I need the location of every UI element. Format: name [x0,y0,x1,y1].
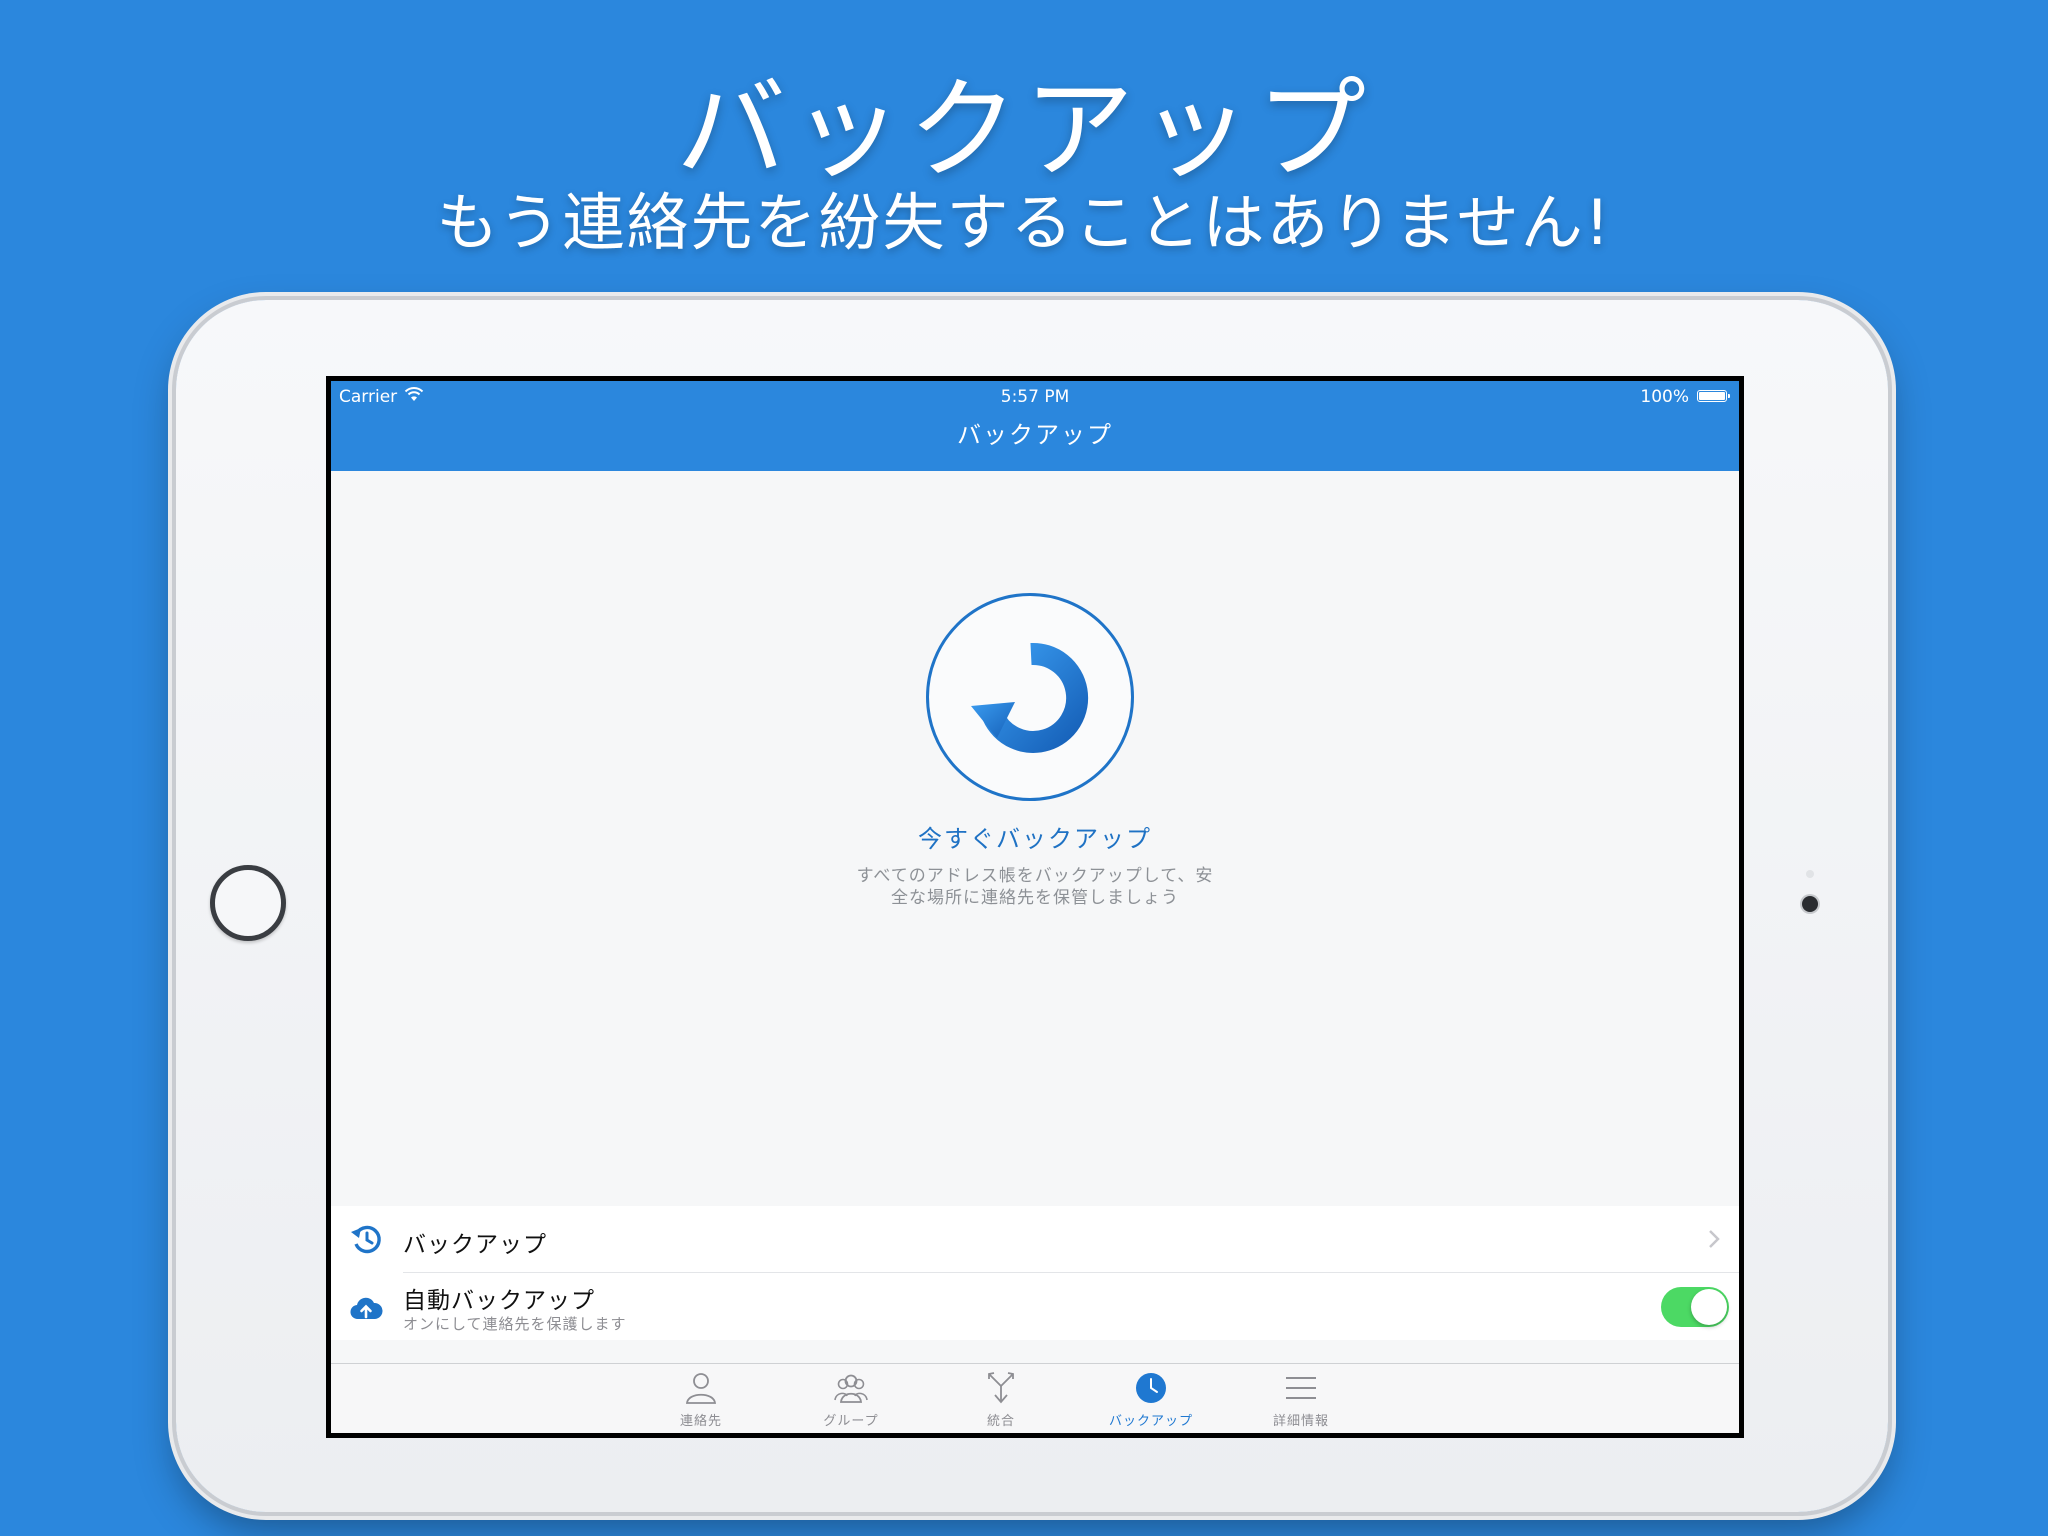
nav-bar: バックアップ [331,411,1739,471]
backup-description-line-2: 全な場所に連絡先を保管しましょう [891,888,1179,908]
clock-icon [1136,1373,1166,1403]
person-icon [686,1373,716,1404]
cloud-upload-icon [350,1297,383,1320]
merge-icon [988,1372,1014,1404]
tab-more-label: 詳細情報 [1272,1414,1329,1429]
toggle-knob [1691,1289,1727,1325]
tab-bar: 連絡先 グループ 統合 バックアップ 詳細情報 [331,1363,1739,1433]
tab-merge-label: 統合 [986,1414,1015,1429]
status-bar: Carrier 5:57 PM 100% [331,381,1739,411]
tab-contacts-label: 連絡先 [679,1414,722,1429]
camera [1802,896,1818,912]
menu-icon [1286,1377,1316,1399]
backup-description: すべてのアドレス帳をバックアップして、安 全な場所に連絡先を保管しましょう [835,865,1235,909]
sensor [1806,870,1814,878]
chevron-right-icon [1709,1230,1720,1248]
tab-more[interactable]: 詳細情報 [1236,1364,1366,1433]
promo-subheadline: もう連絡先を紛失することはありません! [436,186,1612,259]
ipad-frame: Carrier 5:57 PM 100% バックアップ 今すぐバックアップ すべ… [176,300,1888,1512]
backup-now-button[interactable] [926,593,1134,801]
auto-backup-subtitle: オンにして連絡先を保護します [403,1315,627,1333]
tab-groups[interactable]: グループ [786,1364,916,1433]
status-time: 5:57 PM [1000,387,1070,407]
nav-title: バックアップ [957,421,1113,449]
refresh-icon [971,642,1089,753]
app-screen: Carrier 5:57 PM 100% バックアップ 今すぐバックアップ すべ… [326,376,1744,1438]
tab-merge[interactable]: 統合 [936,1364,1066,1433]
tab-backup[interactable]: バックアップ [1086,1364,1216,1433]
status-battery-percent: 100% [1640,387,1689,407]
home-button[interactable] [210,865,286,941]
tab-contacts[interactable]: 連絡先 [636,1364,766,1433]
auto-backup-toggle[interactable] [1661,1287,1729,1327]
history-icon [351,1225,381,1254]
backup-now-label[interactable]: 今すぐバックアップ [331,819,1739,854]
group-icon [834,1374,868,1403]
backups-row[interactable]: バックアップ [331,1206,1739,1273]
tab-groups-label: グループ [823,1414,879,1429]
settings-list: バックアップ 自動バックアップ オンにして連絡先を保護します [331,1206,1739,1340]
auto-backup-title: 自動バックアップ [403,1288,595,1314]
tab-backup-label: バックアップ [1108,1414,1193,1429]
backups-row-title: バックアップ [403,1232,547,1258]
auto-backup-row: 自動バックアップ オンにして連絡先を保護します [331,1273,1739,1340]
battery-icon [1697,390,1730,402]
backup-description-line-1: すべてのアドレス帳をバックアップして、安 [856,866,1214,886]
